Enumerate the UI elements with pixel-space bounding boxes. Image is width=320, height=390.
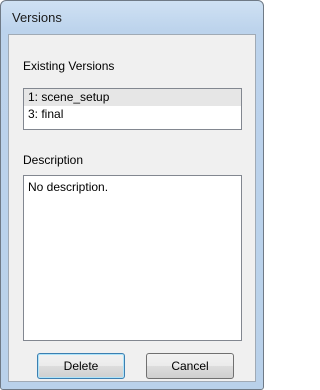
description-field[interactable]: No description.	[23, 175, 242, 341]
window-title: Versions	[12, 10, 62, 25]
versions-dialog: Versions Existing Versions 1: scene_setu…	[0, 0, 264, 390]
existing-versions-label: Existing Versions	[23, 59, 115, 73]
version-item-final[interactable]: 3: final	[24, 106, 241, 123]
dialog-body: Existing Versions 1: scene_setup 3: fina…	[8, 34, 256, 382]
title-bar[interactable]: Versions	[1, 1, 263, 33]
version-item-scene-setup[interactable]: 1: scene_setup	[24, 89, 241, 106]
cancel-button[interactable]: Cancel	[146, 353, 234, 379]
delete-button[interactable]: Delete	[37, 353, 125, 379]
description-label: Description	[23, 153, 84, 167]
versions-list[interactable]: 1: scene_setup 3: final	[23, 88, 242, 130]
